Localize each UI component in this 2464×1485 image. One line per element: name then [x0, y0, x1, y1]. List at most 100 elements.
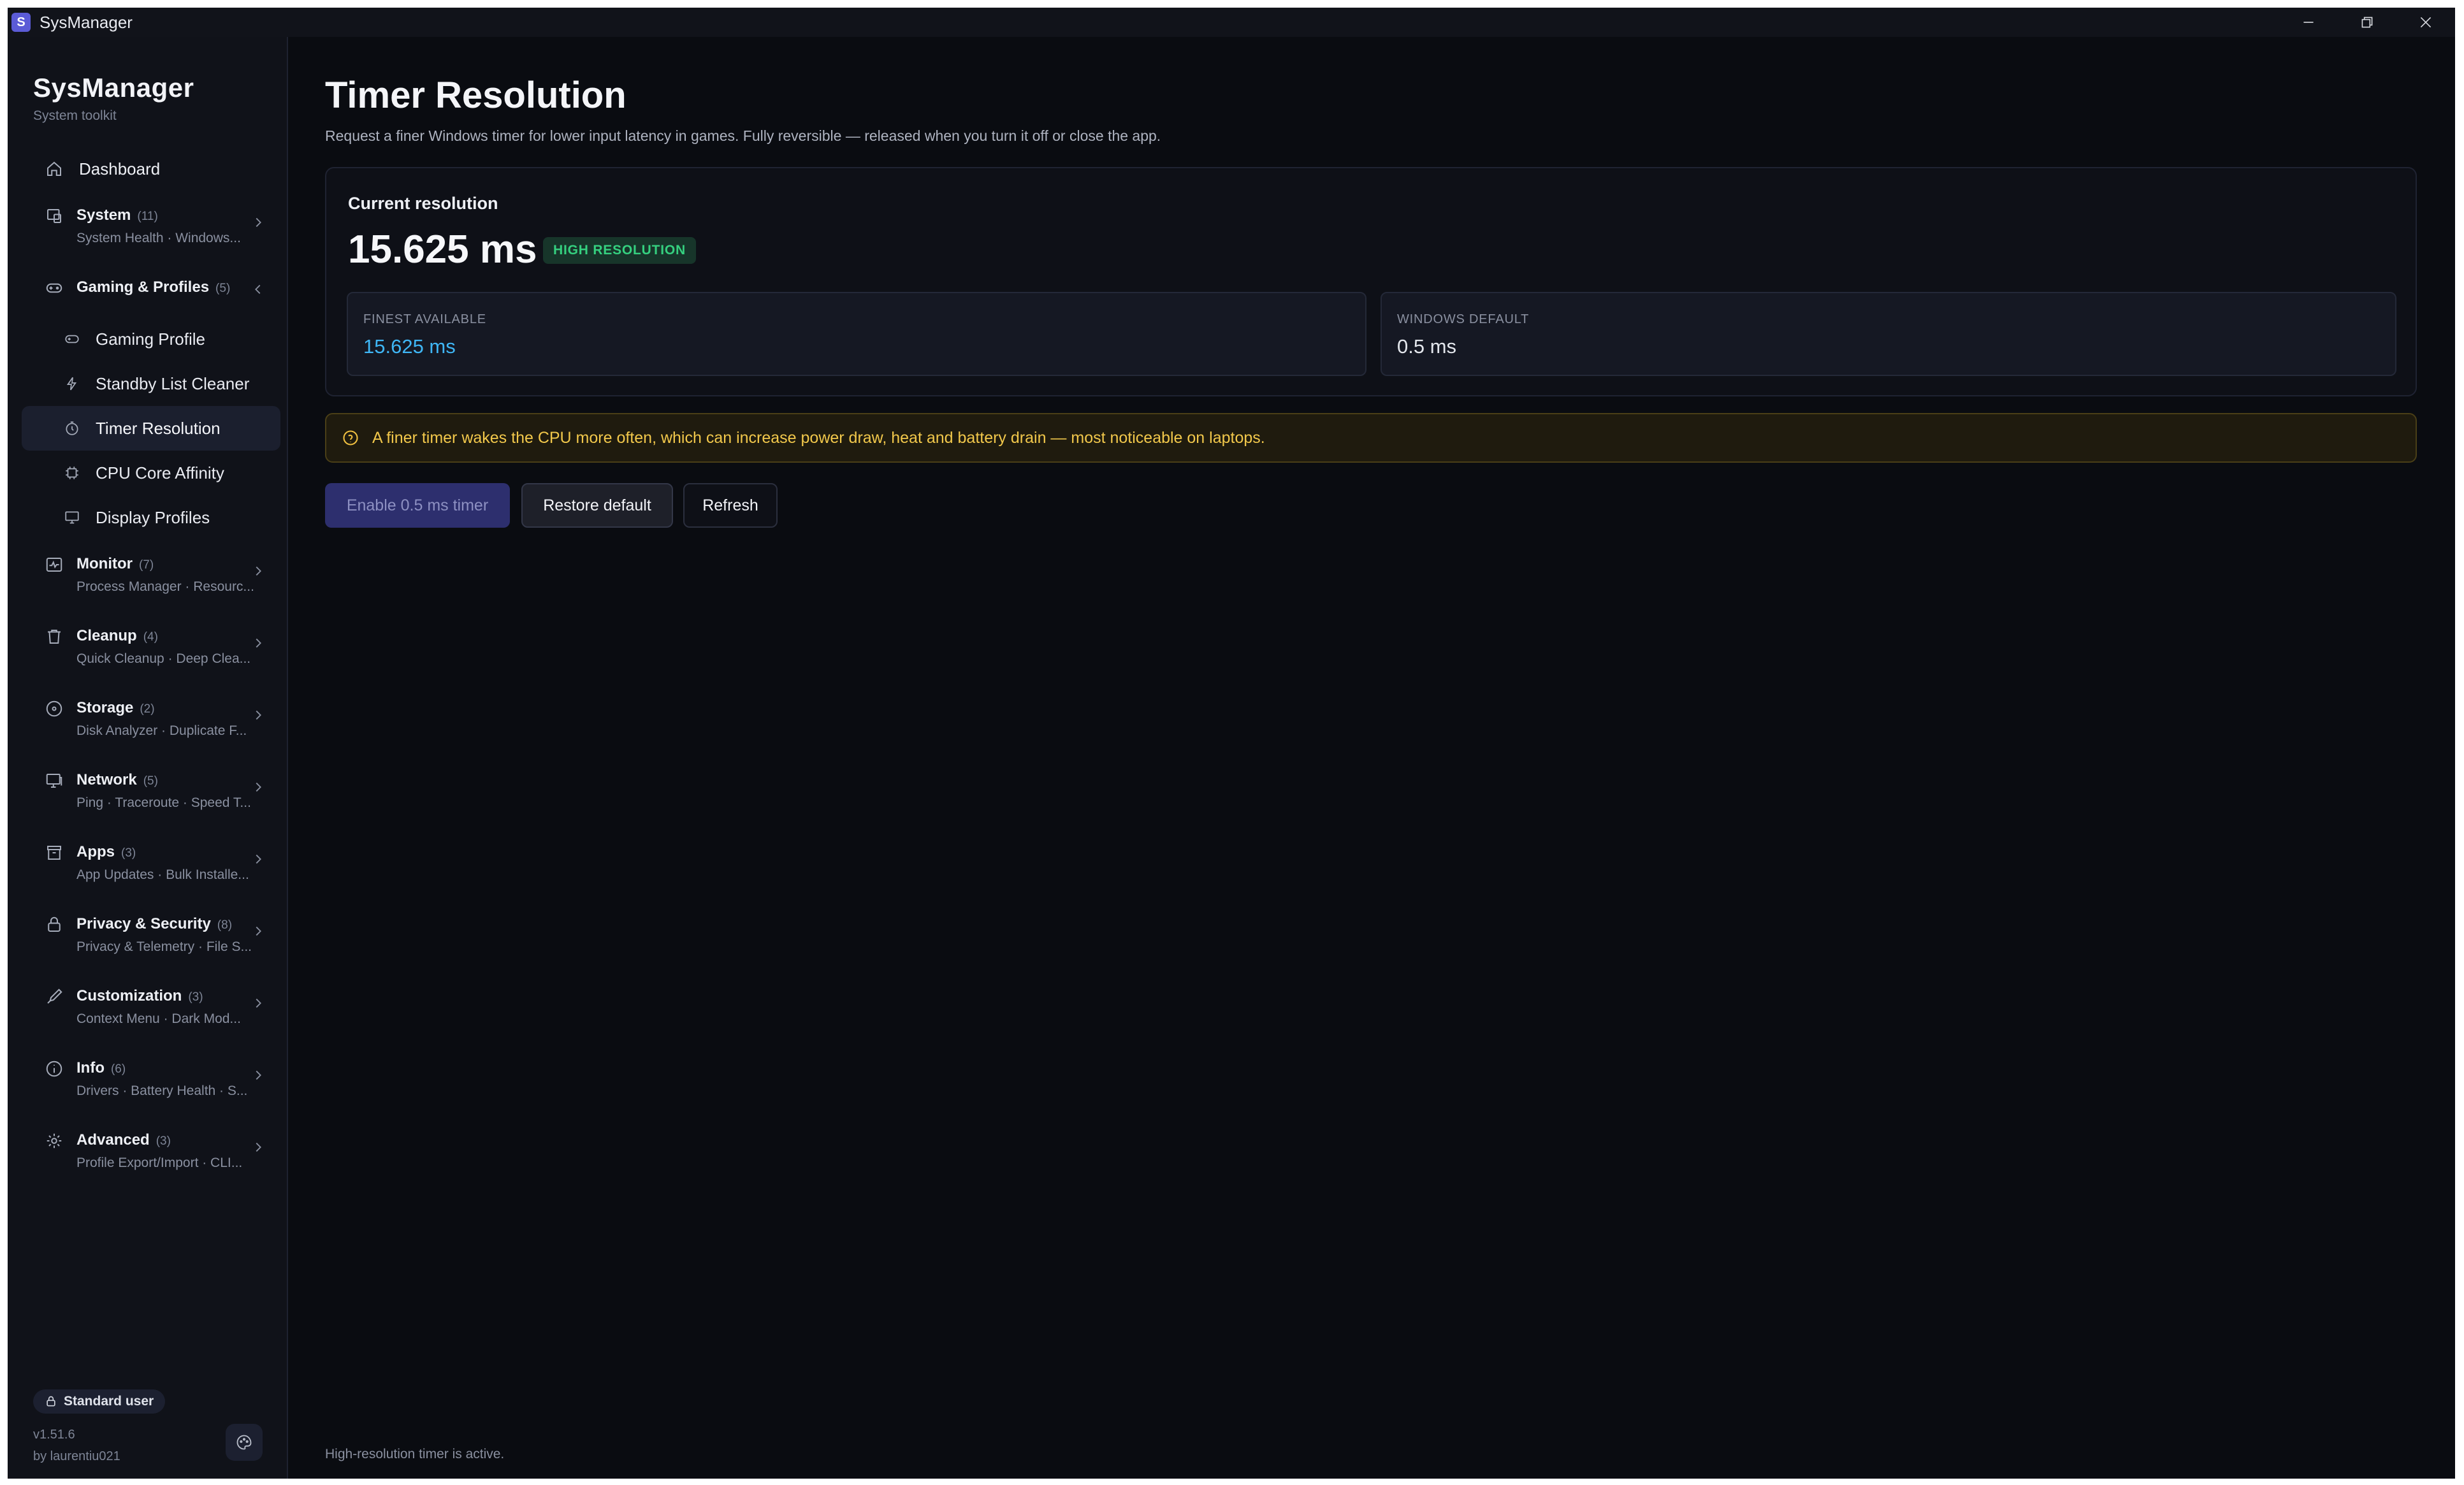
- version-info: v1.51.6 by laurentiu021: [33, 1424, 120, 1467]
- sidebar-item-label: Timer Resolution: [96, 418, 221, 438]
- chevron-right-icon: [251, 708, 265, 722]
- brand: SysManager System toolkit: [33, 73, 194, 124]
- timer-icon: [64, 420, 80, 437]
- sidebar-item-gaming-profile[interactable]: Gaming Profile: [22, 317, 280, 361]
- bolt-icon: [64, 375, 80, 392]
- chevron-right-icon: [251, 636, 265, 650]
- group-count: (4): [143, 630, 158, 644]
- group-count: (5): [143, 774, 158, 788]
- chevron-right-icon: [251, 215, 265, 229]
- status-text: High-resolution timer is active.: [325, 1447, 505, 1461]
- sidebar-group-gaming[interactable]: Gaming & Profiles (5): [22, 263, 280, 317]
- author-label: by laurentiu021: [33, 1449, 120, 1463]
- cpu-icon: [64, 465, 80, 481]
- status-badge: HIGH RESOLUTION: [543, 237, 697, 264]
- trash-icon: [45, 627, 64, 646]
- chevron-left-icon: [251, 282, 265, 296]
- sidebar-item-label: CPU Core Affinity: [96, 463, 224, 482]
- refresh-button[interactable]: Refresh: [683, 483, 778, 528]
- group-title: Cleanup: [76, 627, 137, 644]
- sidebar-group-cleanup[interactable]: Cleanup (4) Quick Cleanup · Deep Clea...: [22, 612, 280, 684]
- sidebar-group-system[interactable]: System (11) System Health · Windows...: [22, 191, 280, 263]
- group-title: Monitor: [76, 555, 133, 572]
- network-icon: [45, 771, 64, 790]
- enable-timer-button[interactable]: Enable 0.5 ms timer: [325, 483, 510, 528]
- group-subtitle: System Health · Windows...: [76, 231, 241, 245]
- stat-label: FINEST AVAILABLE: [363, 312, 486, 326]
- monitor-icon: [64, 509, 80, 526]
- group-count: (7): [138, 558, 154, 572]
- group-title: System: [76, 206, 131, 224]
- group-count: (6): [110, 1062, 126, 1076]
- sidebar-group-privacy-security[interactable]: Privacy & Security (8) Privacy & Telemetr…: [22, 900, 280, 972]
- sidebar-group-storage[interactable]: Storage (2) Disk Analyzer · Duplicate F..…: [22, 684, 280, 756]
- window-title: SysManager: [40, 12, 133, 32]
- sidebar-item-dashboard[interactable]: Dashboard: [22, 147, 280, 191]
- sidebar-group-apps[interactable]: Apps (3) App Updates · Bulk Installe...: [22, 828, 280, 900]
- theme-toggle-button[interactable]: [226, 1424, 263, 1461]
- group-title: Customization: [76, 987, 182, 1004]
- stat-value: 0.5 ms: [1397, 335, 1457, 358]
- brush-icon: [45, 987, 64, 1006]
- minimize-button[interactable]: [2279, 8, 2338, 37]
- sidebar-item-standby-list-cleaner[interactable]: Standby List Cleaner: [22, 361, 280, 406]
- group-title: Apps: [76, 843, 115, 860]
- chevron-right-icon: [251, 564, 265, 578]
- warning-banner: A finer timer wakes the CPU more often, …: [325, 413, 2417, 463]
- group-title: Info: [76, 1059, 105, 1076]
- resolution-card: Current resolution 15.625 ms HIGH RESOLU…: [325, 167, 2417, 396]
- current-resolution-value: 15.625 ms: [348, 228, 537, 272]
- package-icon: [45, 843, 64, 862]
- help-circle-icon: [342, 429, 359, 447]
- window-controls: [2279, 8, 2455, 37]
- group-title: Gaming & Profiles: [76, 279, 210, 296]
- group-subtitle: App Updates · Bulk Installe...: [76, 867, 249, 882]
- group-subtitle: Disk Analyzer · Duplicate F...: [76, 723, 247, 738]
- group-count: (5): [215, 282, 231, 295]
- sidebar-group-monitor[interactable]: Monitor (7) Process Manager · Resourc...: [22, 540, 280, 612]
- page-description: Request a finer Windows timer for lower …: [325, 127, 1161, 144]
- group-subtitle: Ping · Traceroute · Speed T...: [76, 795, 251, 810]
- sidebar-nav: Dashboard System (11) System Health · Win…: [22, 147, 280, 1188]
- group-subtitle: Quick Cleanup · Deep Clea...: [76, 651, 251, 666]
- restore-button[interactable]: [2338, 8, 2396, 37]
- stat-value: 15.625 ms: [363, 335, 456, 358]
- lock-icon: [45, 915, 64, 934]
- card-label: Current resolution: [348, 194, 498, 213]
- close-button[interactable]: [2396, 8, 2455, 37]
- sidebar: SysManager System toolkit Dashboard Syst…: [8, 37, 288, 1479]
- activity-icon: [45, 555, 64, 574]
- sidebar-group-network[interactable]: Network (5) Ping · Traceroute · Speed T..…: [22, 756, 280, 828]
- minimize-icon: [2303, 22, 2314, 23]
- gamepad-icon: [64, 331, 80, 347]
- version-label: v1.51.6: [33, 1428, 75, 1442]
- sidebar-item-cpu-core-affinity[interactable]: CPU Core Affinity: [22, 451, 280, 495]
- sidebar-item-display-profiles[interactable]: Display Profiles: [22, 495, 280, 540]
- chevron-right-icon: [251, 924, 265, 938]
- windows-default-stat: WINDOWS DEFAULT 0.5 ms: [1381, 292, 2396, 376]
- sidebar-item-label: Dashboard: [79, 159, 161, 178]
- group-subtitle: Privacy & Telemetry · File S...: [76, 939, 252, 954]
- sidebar-item-timer-resolution[interactable]: Timer Resolution: [22, 406, 280, 451]
- title-bar: S SysManager: [8, 8, 2455, 37]
- sidebar-item-label: Gaming Profile: [96, 329, 205, 349]
- sidebar-group-customization[interactable]: Customization (3) Context Menu · Dark Mod…: [22, 972, 280, 1044]
- finest-available-stat: FINEST AVAILABLE 15.625 ms: [347, 292, 1366, 376]
- system-icon: [45, 206, 64, 226]
- restore-default-button[interactable]: Restore default: [521, 483, 673, 528]
- sidebar-group-info[interactable]: Info (6) Drivers · Battery Health · S...: [22, 1044, 280, 1116]
- chevron-right-icon: [251, 996, 265, 1010]
- group-subtitle: Process Manager · Resourc...: [76, 579, 254, 594]
- group-count: (3): [156, 1134, 171, 1148]
- brand-title: SysManager: [33, 73, 194, 103]
- group-count: (11): [137, 210, 158, 223]
- user-role-badge: Standard user: [33, 1389, 166, 1414]
- info-icon: [45, 1059, 64, 1078]
- group-title: Advanced: [76, 1131, 150, 1148]
- sidebar-group-advanced[interactable]: Advanced (3) Profile Export/Import · CLI.…: [22, 1116, 280, 1188]
- sidebar-item-label: Standby List Cleaner: [96, 373, 250, 393]
- chevron-right-icon: [251, 852, 265, 866]
- chevron-right-icon: [251, 1068, 265, 1082]
- stat-label: WINDOWS DEFAULT: [1397, 312, 1530, 326]
- gamepad-icon: [45, 279, 64, 298]
